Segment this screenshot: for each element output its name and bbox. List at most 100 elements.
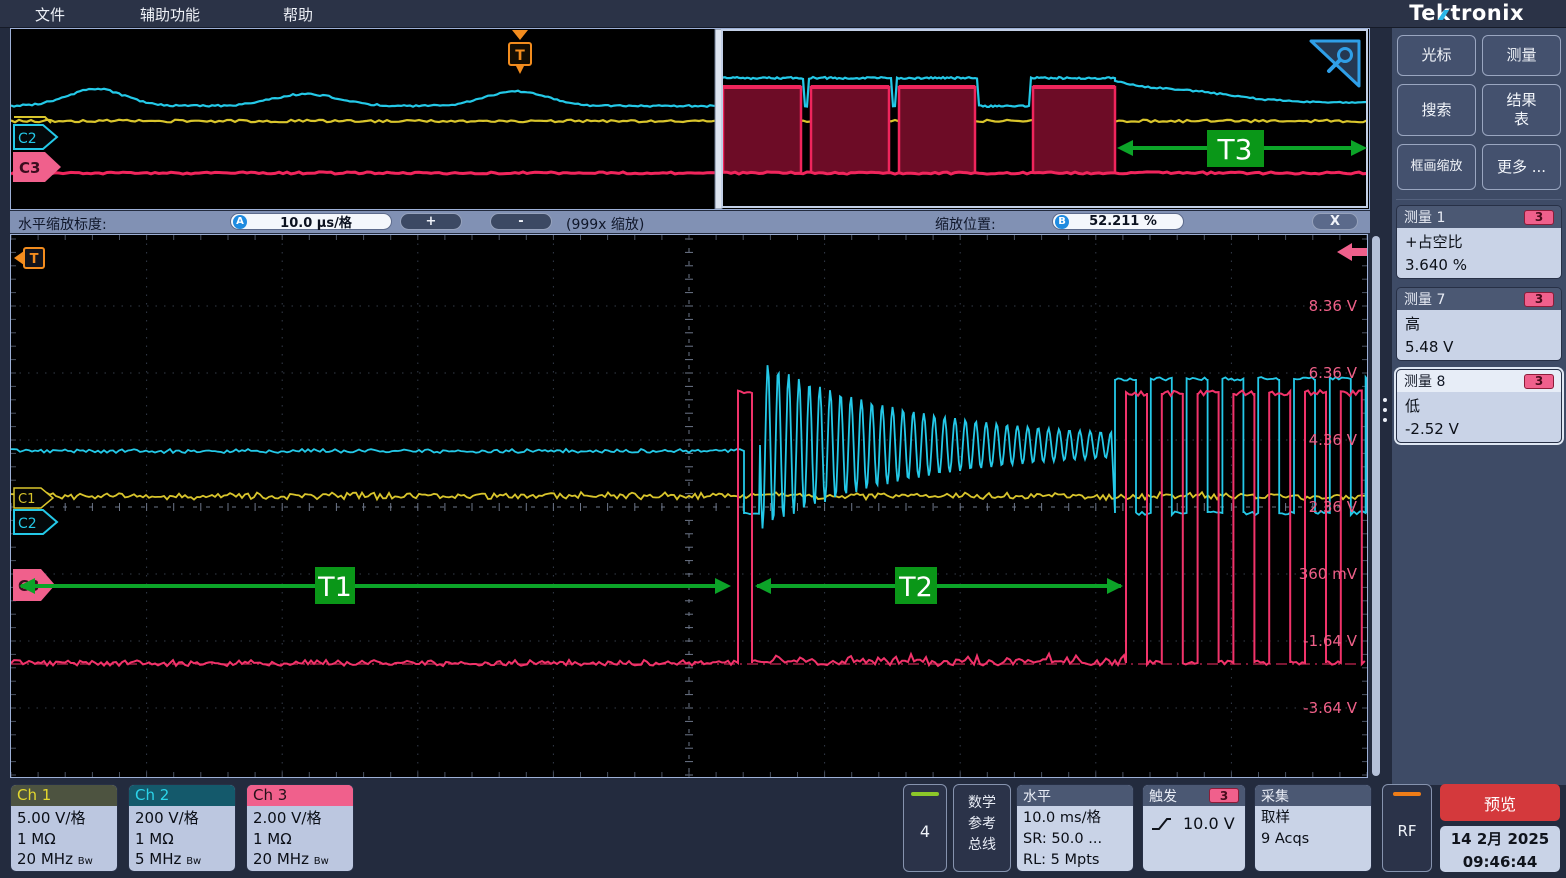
svg-text:C2: C2 [18,131,37,147]
svg-text:C2: C2 [18,516,37,532]
measure-button[interactable]: 测量 [1482,35,1561,76]
trigger-level-arrow[interactable] [1337,243,1367,261]
sidebar-divider [1396,199,1562,200]
preview-button[interactable]: 预览 [1440,784,1560,821]
acquisition-mode: 取样 [1261,808,1365,829]
trigger-position-marker[interactable]: T [14,248,44,268]
annotation-t1: T1 [19,567,731,604]
scale-label: 8.36 V [1309,297,1358,315]
zoom-close-button[interactable]: X [1312,213,1358,230]
zoom-scale-pill[interactable]: A 10.0 µs/格 [230,213,392,230]
overview-channel-badge-c3[interactable]: C3 [13,152,61,182]
main-waveform-panel[interactable]: T 8.36 V 6.36 V 4.36 V 2.36 V 360 mV -1.… [10,234,1368,778]
panel-drag-handle[interactable] [1383,398,1389,428]
overview-waveform-layer [11,77,1367,174]
measurement-badge-7[interactable]: 测量 7 3 高 5.48 V [1396,287,1562,361]
ref-label: 参考 [954,814,1010,835]
cursors-button[interactable]: 光标 [1397,35,1476,76]
acquisition-badge[interactable]: 采集 取样 9 Acqs [1254,784,1372,872]
menu-bar: 文件 辅助功能 帮助 Tektronix [0,0,1566,28]
channel-badge-c2[interactable]: C2 [14,510,57,534]
channel-1-name: Ch 1 [11,785,117,806]
measurement-name: 低 [1405,395,1553,418]
channel-impedance: 1 MΩ [253,829,347,850]
menu-file[interactable]: 文件 [35,4,65,25]
measurement-source-badge: 3 [1524,210,1554,225]
zoom-position-pill[interactable]: B 52.211 % [1052,213,1184,230]
svg-text:T1: T1 [317,572,352,603]
channel-bandwidth: 20 MHz Bw [253,849,347,870]
math-ref-bus-button[interactable]: 数学 参考 总线 [953,784,1011,872]
channel-3-name: Ch 3 [247,785,353,806]
channel-1-badge[interactable]: Ch 1 5.00 V/格 1 MΩ 20 MHz Bw [10,784,118,872]
zoom-position-label: 缩放位置: [935,214,996,234]
svg-text:C1: C1 [18,492,35,507]
waveform-layer [11,365,1367,666]
measurement-title: 测量 1 [1404,207,1445,227]
svg-text:T: T [30,252,39,267]
trigger-source-badge: 3 [1209,788,1239,803]
zoom-scale-value: 10.0 µs/格 [247,212,391,231]
bus-label: 总线 [954,835,1010,856]
annotation-t3: T3 [1117,130,1367,167]
scale-label: -1.64 V [1303,632,1358,650]
channel-scale: 2.00 V/格 [253,808,347,829]
channel-impedance: 1 MΩ [17,829,111,850]
time-label: 09:46:44 [1440,851,1560,874]
results-table-button[interactable]: 结果表 [1482,84,1561,136]
zoom-window-divider[interactable] [715,29,722,209]
overview-trigger-marker[interactable]: T [509,30,531,74]
channel-3-badge[interactable]: Ch 3 2.00 V/格 1 MΩ 20 MHz Bw [246,784,354,872]
trigger-badge[interactable]: 触发 3 10.0 V [1142,784,1246,872]
scale-label: -3.64 V [1303,699,1358,717]
measurement-title: 测量 7 [1404,289,1445,309]
channel-4-button[interactable]: 4 [903,784,947,872]
channel-2-badge[interactable]: Ch 2 200 V/格 1 MΩ 5 MHz Bw [128,784,236,872]
zoom-in-button[interactable]: + [400,213,462,230]
rf-label: RF [1383,822,1431,840]
knob-a-badge: A [233,215,247,229]
zoom-out-button[interactable]: - [490,213,552,230]
sidebar: 光标 测量 搜索 结果表 框画缩放 更多 ... 测量 1 3 +占空比 3.6… [1392,28,1566,785]
measurement-title: 测量 8 [1404,371,1445,391]
zoom-factor-label: (999x 缩放) [566,214,644,234]
measurement-name: 高 [1405,313,1553,336]
channel-bandwidth: 20 MHz Bw [17,849,111,870]
scale-label: 4.36 V [1309,431,1358,449]
measurement-value: -2.52 V [1405,418,1553,441]
measurement-source-badge: 3 [1524,374,1554,389]
knob-b-badge: B [1055,215,1069,229]
scale-label: 360 mV [1299,565,1358,583]
channel-4-color-indicator [911,792,939,796]
horizontal-zoom-scale-label: 水平缩放标度: [18,214,107,234]
horizontal-badge[interactable]: 水平 10.0 ms/格 SR: 50.0 ... RL: 5 Mpts [1016,784,1134,872]
measurement-value: 3.640 % [1405,254,1553,277]
trigger-title: 触发 [1149,786,1177,806]
svg-text:T2: T2 [898,572,933,603]
channel-bandwidth: 5 MHz Bw [135,849,229,870]
rf-color-indicator [1393,792,1421,796]
search-button[interactable]: 搜索 [1397,84,1476,136]
scale-label: 6.36 V [1309,364,1358,382]
channel-badge-c1[interactable]: C1 [14,488,53,508]
zoom-overview-icon[interactable] [1311,41,1359,86]
measurement-badge-1[interactable]: 测量 1 3 +占空比 3.640 % [1396,205,1562,279]
horizontal-title: 水平 [1023,786,1051,806]
horizontal-sample-rate: SR: 50.0 ... [1023,829,1127,850]
plot-scrollbar[interactable] [1372,236,1380,776]
measurement-badge-8[interactable]: 测量 8 3 低 -2.52 V [1396,369,1562,443]
annotation-t2: T2 [755,567,1123,604]
date-label: 14 2月 2025 [1440,828,1560,851]
overview-channel-badge-c2[interactable]: C2 [14,125,57,149]
horizontal-scale: 10.0 ms/格 [1023,808,1127,829]
svg-text:C3: C3 [19,159,40,177]
menu-help[interactable]: 帮助 [283,4,313,25]
main-plot-svg: T 8.36 V 6.36 V 4.36 V 2.36 V 360 mV -1.… [11,235,1367,777]
waveform-overview-panel[interactable]: T C2 C3 T3 [10,28,1370,210]
draw-a-box-button[interactable]: 框画缩放 [1397,144,1476,190]
overview-svg: T C2 C3 T3 [11,29,1369,209]
menu-utility[interactable]: 辅助功能 [140,4,200,25]
more-button[interactable]: 更多 ... [1482,144,1561,190]
rf-button[interactable]: RF [1382,784,1432,872]
measurement-source-badge: 3 [1524,292,1554,307]
